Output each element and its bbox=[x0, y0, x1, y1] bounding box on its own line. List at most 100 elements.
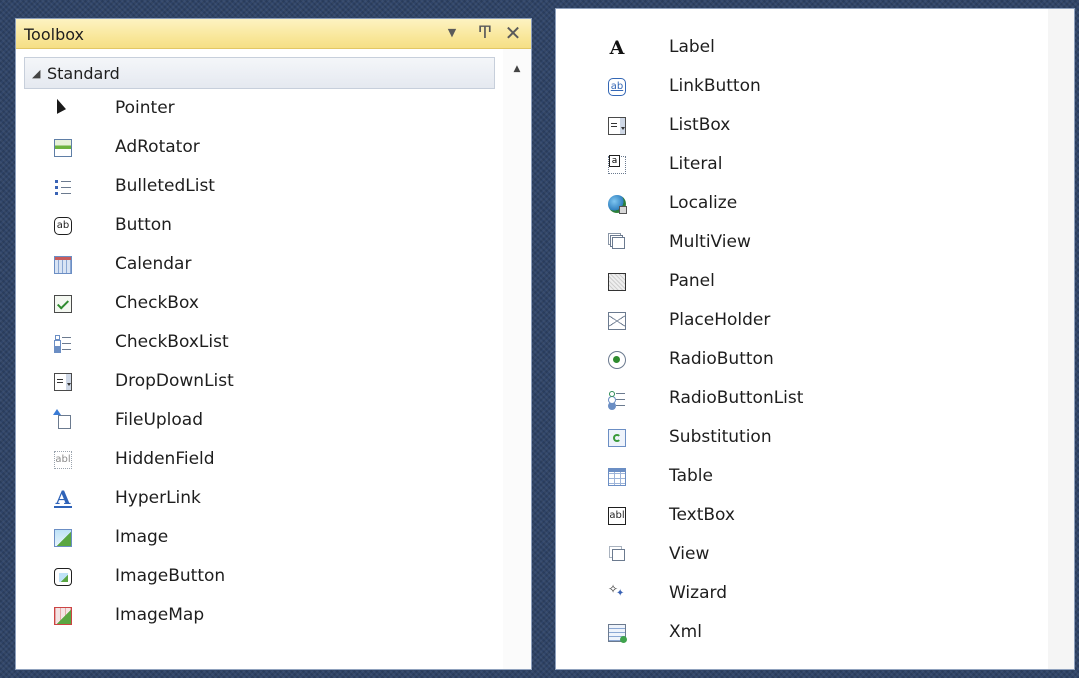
toolbox-item-placeholder[interactable]: PlaceHolder bbox=[608, 303, 1028, 339]
toolbox-item-listbox[interactable]: ListBox bbox=[608, 108, 1028, 144]
toolbox-item-xml[interactable]: Xml bbox=[608, 615, 1028, 651]
toolbox-item-imagemap[interactable]: ImageMap bbox=[54, 598, 474, 634]
toolbox-panel-continued: Label LinkButton ListBox Literal Localiz… bbox=[555, 8, 1075, 670]
toolbox-item-linkbutton[interactable]: LinkButton bbox=[608, 69, 1028, 105]
toolbox-item-dropdownlist[interactable]: DropDownList bbox=[54, 364, 474, 400]
toolbox-item-literal[interactable]: Literal bbox=[608, 147, 1028, 183]
xml-icon bbox=[608, 624, 627, 643]
toolbox-item-label: Image bbox=[115, 527, 169, 547]
toolbox-item-imagebutton[interactable]: ImageButton bbox=[54, 559, 474, 595]
toolbox-item-label: ImageButton bbox=[115, 566, 226, 586]
radio-button-icon bbox=[608, 351, 626, 369]
tab-standard[interactable]: ◢ Standard bbox=[24, 57, 495, 89]
toolbox-item-label: BulletedList bbox=[115, 176, 215, 196]
substitution-icon bbox=[608, 429, 626, 447]
toolbox-item-table[interactable]: Table bbox=[608, 459, 1028, 495]
checkbox-list-icon bbox=[54, 334, 72, 352]
toolbox-item-label: Literal bbox=[669, 154, 723, 174]
toolbox-item-label: ListBox bbox=[669, 115, 731, 135]
toolbox-item-calendar[interactable]: Calendar bbox=[54, 247, 474, 283]
close-icon[interactable]: ✕ bbox=[503, 23, 523, 43]
view-icon bbox=[612, 549, 625, 561]
toolbox-item-label: AdRotator bbox=[115, 137, 200, 157]
toolbox-item-multiview[interactable]: MultiView bbox=[608, 225, 1028, 261]
toolbox-item-label: Label bbox=[669, 37, 715, 57]
toolbox-panel: Toolbox ▼ Ͳ ✕ ▲ ◢ Standard Pointer AdRot… bbox=[15, 18, 532, 670]
toolbox-item-label: Button bbox=[115, 215, 172, 235]
wizard-icon bbox=[608, 582, 626, 603]
toolbox-item-label: HyperLink bbox=[115, 488, 201, 508]
toolbox-item-label: Xml bbox=[669, 622, 702, 642]
toolbox-item-checkboxlist[interactable]: CheckBoxList bbox=[54, 325, 474, 361]
toolbox-item-localize[interactable]: Localize bbox=[608, 186, 1028, 222]
toolbox-item-fileupload[interactable]: FileUpload bbox=[53, 403, 474, 439]
label-icon bbox=[608, 39, 626, 57]
toolbox-item-checkbox[interactable]: CheckBox bbox=[54, 286, 474, 322]
toolbox-item-label: RadioButton bbox=[669, 349, 774, 369]
window-position-dropdown-icon[interactable]: ▼ bbox=[442, 23, 462, 43]
table-icon bbox=[608, 468, 626, 486]
toolbox-item-label: MultiView bbox=[669, 232, 751, 252]
toolbox-item-label: PlaceHolder bbox=[669, 310, 771, 330]
hyperlink-icon bbox=[54, 490, 72, 508]
bulleted-list-icon bbox=[54, 178, 72, 196]
checkbox-icon bbox=[54, 295, 72, 313]
hidden-field-icon bbox=[54, 451, 72, 469]
toolbox-item-label: Table bbox=[669, 466, 713, 486]
toolbox-item-bulletedlist[interactable]: BulletedList bbox=[54, 169, 474, 205]
toolbox-item-wizard[interactable]: Wizard bbox=[608, 576, 1028, 612]
toolbox-item-label: HiddenField bbox=[115, 449, 215, 469]
toolbox-item-label: Panel bbox=[669, 271, 715, 291]
radio-button-list-icon bbox=[608, 390, 626, 408]
toolbox-item-label: Wizard bbox=[669, 583, 727, 603]
toolbox-item-label: ImageMap bbox=[115, 605, 205, 625]
auto-hide-pin-icon[interactable]: Ͳ bbox=[475, 23, 495, 43]
toolbox-item-label: View bbox=[669, 544, 710, 564]
toolbox-item-substitution[interactable]: Substitution bbox=[608, 420, 1028, 456]
toolbox-item-label: Substitution bbox=[669, 427, 772, 447]
toolbox-item-label: CheckBoxList bbox=[115, 332, 229, 352]
pointer-icon bbox=[54, 100, 72, 118]
toolbox-item-label-control[interactable]: Label bbox=[608, 30, 1028, 66]
adrotator-icon bbox=[54, 139, 72, 157]
toolbox-item-label: Localize bbox=[669, 193, 738, 213]
toolbox-item-panel[interactable]: Panel bbox=[608, 264, 1028, 300]
localize-icon bbox=[608, 195, 627, 214]
vertical-scrollbar[interactable] bbox=[503, 49, 531, 669]
group-label: Standard bbox=[47, 64, 120, 83]
toolbox-item-label: Calendar bbox=[115, 254, 192, 274]
toolbox-item-textbox[interactable]: TextBox bbox=[608, 498, 1028, 534]
toolbox-item-label: DropDownList bbox=[115, 371, 234, 391]
button-icon bbox=[54, 217, 72, 235]
toolbox-item-radiobutton[interactable]: RadioButton bbox=[608, 342, 1028, 378]
toolbox-item-label: CheckBox bbox=[115, 293, 199, 313]
toolbox-item-hyperlink[interactable]: HyperLink bbox=[54, 481, 474, 517]
panel-icon bbox=[608, 273, 626, 291]
calendar-icon bbox=[54, 256, 72, 274]
placeholder-icon bbox=[608, 312, 626, 330]
vertical-scrollbar[interactable] bbox=[1048, 9, 1074, 669]
link-button-icon bbox=[608, 78, 626, 96]
toolbox-title: Toolbox bbox=[24, 25, 84, 44]
image-button-icon bbox=[54, 568, 72, 586]
collapse-arrow-icon[interactable]: ◢ bbox=[32, 67, 40, 80]
toolbox-item-radiobuttonlist[interactable]: RadioButtonList bbox=[608, 381, 1028, 417]
toolbox-item-pointer[interactable]: Pointer bbox=[54, 91, 474, 127]
toolbox-item-image[interactable]: Image bbox=[54, 520, 474, 556]
file-upload-icon bbox=[53, 409, 71, 429]
scroll-up-arrow-icon[interactable]: ▲ bbox=[503, 61, 531, 77]
listbox-icon bbox=[608, 117, 626, 135]
literal-icon bbox=[608, 155, 626, 174]
image-icon bbox=[54, 529, 72, 547]
toolbox-item-button[interactable]: Button bbox=[54, 208, 474, 244]
toolbox-item-label: FileUpload bbox=[115, 410, 204, 430]
textbox-icon bbox=[608, 507, 626, 525]
toolbox-item-hiddenfield[interactable]: HiddenField bbox=[54, 442, 474, 478]
toolbox-item-label: LinkButton bbox=[669, 76, 761, 96]
toolbox-item-label: RadioButtonList bbox=[669, 388, 804, 408]
toolbox-title-bar: Toolbox ▼ Ͳ ✕ bbox=[16, 19, 531, 49]
multiview-icon bbox=[612, 237, 625, 249]
toolbox-item-adrotator[interactable]: AdRotator bbox=[54, 130, 474, 166]
dropdown-list-icon bbox=[54, 373, 72, 391]
toolbox-item-view[interactable]: View bbox=[608, 537, 1028, 573]
